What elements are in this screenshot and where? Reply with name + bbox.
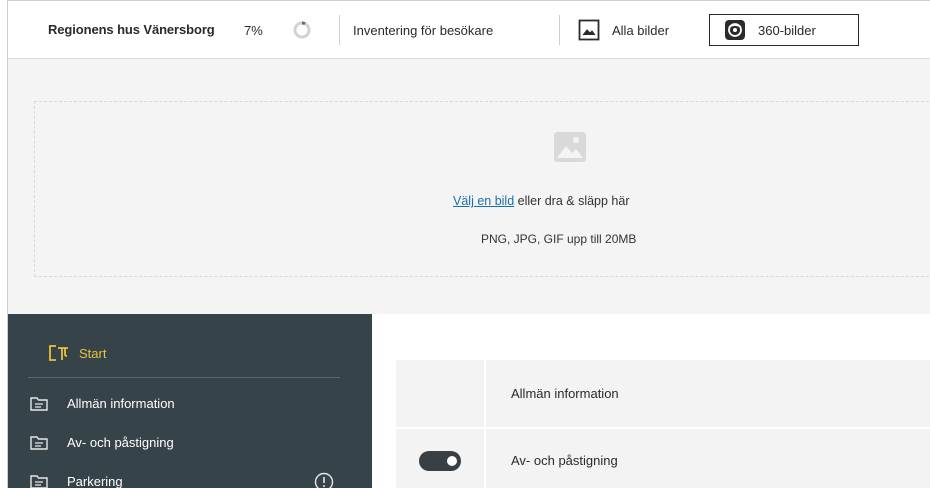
top-toolbar: Regionens hus Vänersborg 7% Inventering … (8, 1, 930, 59)
image-icon (578, 19, 600, 41)
toggle-knob (447, 455, 457, 466)
all-images-button[interactable]: Alla bilder (578, 14, 669, 46)
table-row: Av- och påstigning (396, 427, 930, 488)
category-toggle[interactable] (419, 450, 461, 471)
sidebar-item-label: Start (79, 345, 107, 361)
pano-images-label: 360-bilder (758, 22, 816, 38)
toggle-cell (396, 429, 486, 488)
drop-text: eller dra & släpp här (514, 194, 630, 208)
progress-percent: 7% (244, 23, 263, 38)
sidebar-item-av-och-pastigning[interactable]: Av- och påstigning (30, 435, 174, 450)
folder-icon (30, 475, 48, 488)
row-label: Av- och påstigning (511, 453, 618, 468)
pano-360-icon (724, 19, 746, 41)
upload-formats: PNG, JPG, GIF upp till 20MB (481, 232, 637, 246)
row-label: Allmän information (511, 386, 619, 401)
upload-area (8, 59, 930, 314)
category-table: Allmän information Av- och påstigning (396, 360, 930, 488)
upload-instruction: Välj en bild eller dra & släpp här (453, 194, 630, 208)
toggle-cell (396, 360, 486, 427)
folder-icon (30, 397, 48, 411)
image-placeholder-icon (554, 132, 586, 162)
toolbar-divider (339, 15, 340, 45)
sidebar-item-label: Av- och påstigning (67, 435, 174, 450)
sidebar-item-start[interactable]: Start (48, 345, 106, 361)
progress-ring-icon (293, 21, 311, 39)
folder-icon (30, 436, 48, 450)
sidebar-divider (28, 377, 340, 378)
start-icon (49, 345, 68, 361)
table-row: Allmän information (396, 360, 930, 427)
app-frame: Regionens hus Vänersborg 7% Inventering … (7, 0, 930, 488)
pano-images-button[interactable]: 360-bilder (709, 14, 859, 46)
toolbar-divider (559, 15, 560, 45)
inventory-link[interactable]: Inventering för besökare (353, 23, 493, 38)
sidebar-item-label: Parkering (67, 474, 123, 488)
info-icon[interactable] (314, 472, 334, 488)
sidebar-item-label: Allmän information (67, 396, 175, 411)
sidebar-item-allman-information[interactable]: Allmän information (30, 396, 175, 411)
sidebar: Start Allmän information Av- och påstign… (8, 314, 372, 488)
location-title: Regionens hus Vänersborg (48, 22, 215, 37)
choose-image-link[interactable]: Välj en bild (453, 194, 514, 208)
all-images-label: Alla bilder (612, 22, 670, 38)
image-dropzone[interactable] (34, 101, 930, 277)
sidebar-item-parkering[interactable]: Parkering (30, 474, 123, 488)
main-content: Allmän information Av- och påstigning (372, 314, 930, 488)
